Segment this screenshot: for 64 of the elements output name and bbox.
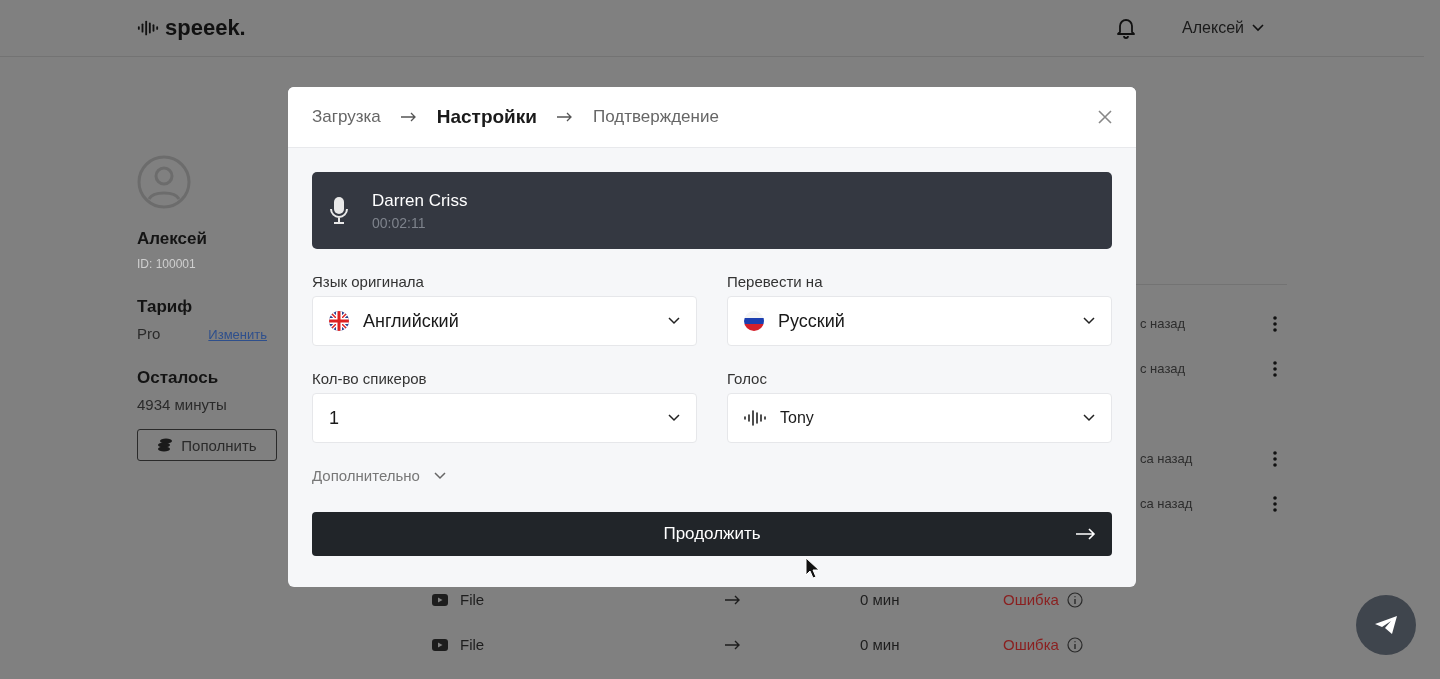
step-tab[interactable]: Настройки (436, 106, 537, 128)
file-status: Ошибка (1003, 637, 1059, 652)
cursor-icon (805, 557, 819, 579)
field-label: Голос (727, 370, 768, 387)
recording-duration: 00:02:11 (372, 214, 427, 231)
logo[interactable]: speeek. (165, 15, 246, 41)
file-time: с назад (1140, 362, 1187, 375)
paper-plane-icon (1374, 615, 1398, 635)
step-tab[interactable]: Загрузка (312, 107, 381, 127)
select-field[interactable]: Русский (727, 296, 1112, 346)
more-icon[interactable] (1273, 495, 1277, 512)
continue-button[interactable]: Продолжить (312, 512, 1112, 556)
video-icon (432, 593, 448, 606)
waveform-icon (137, 20, 159, 36)
chevron-down-icon (668, 317, 680, 325)
chevron-down-icon (668, 414, 680, 422)
video-icon (432, 638, 448, 651)
more-icon[interactable] (1273, 450, 1277, 467)
plan-name: Pro (137, 325, 161, 342)
chevron-down-icon (433, 471, 446, 480)
file-status: Ошибка (1003, 592, 1059, 607)
arrow-icon (725, 594, 741, 605)
step-tab[interactable]: Подтверждение (593, 107, 719, 127)
file-time: с назад (1140, 317, 1187, 330)
file-name: File (460, 637, 486, 652)
chevron-down-icon (1083, 317, 1095, 325)
bell-icon[interactable] (1116, 17, 1137, 39)
user-name: Алексей (137, 229, 207, 249)
more-icon[interactable] (1273, 360, 1277, 377)
select-field[interactable]: Tony (727, 393, 1112, 443)
remaining-minutes: 4934 минуты (137, 396, 227, 413)
field-label: Перевести на (727, 273, 824, 290)
file-name: File (460, 592, 486, 607)
close-icon[interactable] (1098, 110, 1112, 124)
select-field[interactable]: 1 (312, 393, 697, 443)
arrow-icon (400, 112, 417, 122)
user-id: ID: 100001 (137, 257, 196, 271)
advanced-toggle[interactable]: Дополнительно (312, 467, 446, 484)
russian-flag-icon (744, 311, 764, 331)
info-icon[interactable] (1066, 636, 1083, 653)
arrow-icon (1076, 528, 1096, 540)
file-duration: 0 мин (860, 592, 901, 607)
chevron-down-icon (1083, 414, 1095, 422)
coins-icon (157, 437, 174, 453)
chevron-down-icon (1252, 24, 1264, 32)
info-icon[interactable] (1066, 591, 1083, 608)
recording-title: Darren Criss (372, 190, 468, 211)
field-label: Кол-во спикеров (312, 370, 428, 387)
remaining-heading: Осталось (137, 368, 219, 388)
user-menu[interactable]: Алексей (1182, 19, 1264, 37)
field-label: Язык оригинала (312, 273, 425, 290)
arrow-icon (725, 639, 741, 650)
top-up-button[interactable]: Пополнить (137, 429, 277, 461)
file-time: са назад (1140, 497, 1194, 510)
arrow-icon (557, 112, 573, 122)
more-icon[interactable] (1273, 315, 1277, 332)
waveform-icon (744, 410, 766, 426)
select-field[interactable]: Английский (312, 296, 697, 346)
telegram-button[interactable] (1356, 595, 1416, 655)
uk-flag-icon (329, 311, 349, 331)
file-duration: 0 мин (860, 637, 901, 652)
microphone-icon (330, 196, 348, 225)
plan-heading: Тариф (137, 297, 193, 317)
file-time: са назад (1140, 452, 1194, 465)
